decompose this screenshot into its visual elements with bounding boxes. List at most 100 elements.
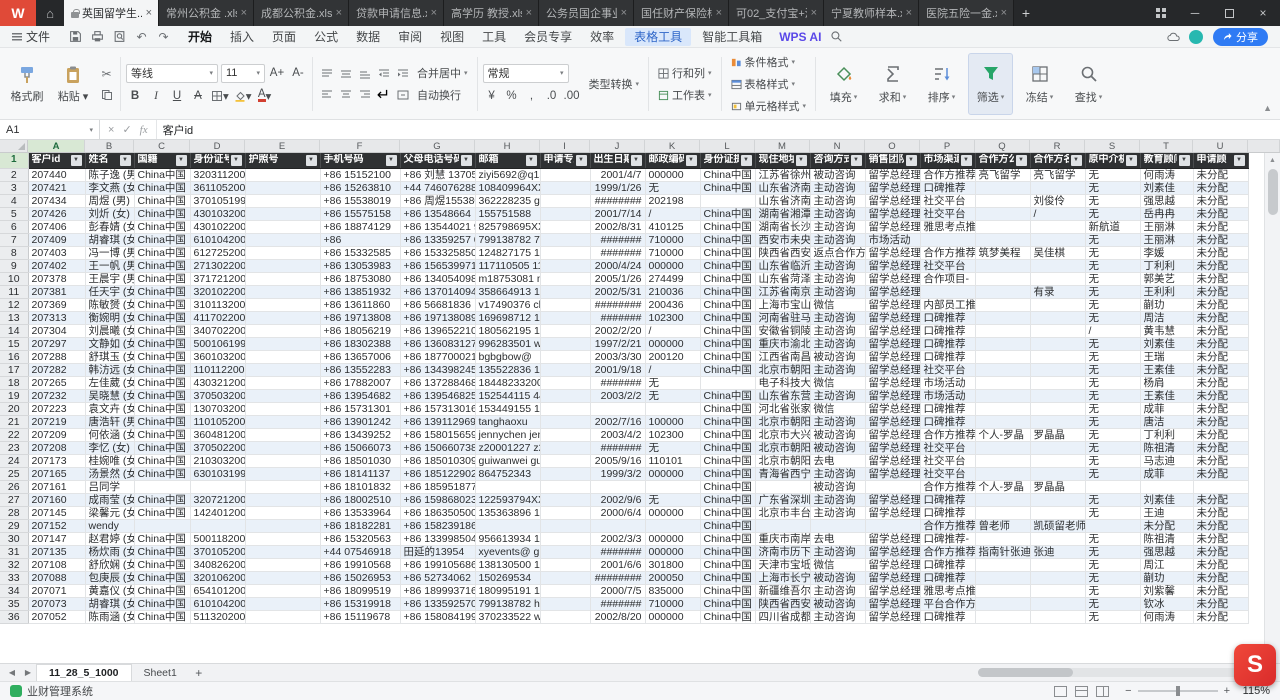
cell[interactable]: 207209 — [28, 428, 85, 441]
cell[interactable]: +86 15332585 — [320, 246, 400, 259]
number-format-icon-2[interactable]: % — [503, 87, 521, 105]
cell[interactable]: China中国 — [700, 597, 755, 610]
cell[interactable]: +86 1372884680 — [400, 376, 475, 389]
menu-tab-11[interactable]: 表格工具 — [625, 28, 691, 46]
header-cell-U[interactable]: 申请顾▼ — [1193, 153, 1248, 168]
cell[interactable]: 310113200211152925 — [190, 298, 245, 311]
cell[interactable] — [1030, 467, 1085, 480]
number-format-icon-3[interactable]: , — [523, 87, 541, 105]
cell[interactable]: 王迪 — [1140, 506, 1193, 519]
cell[interactable]: 留学总经理 — [865, 311, 920, 324]
cell[interactable] — [540, 220, 590, 233]
cell[interactable]: 202198 — [645, 194, 700, 207]
cell[interactable]: 合作方推荐 — [920, 428, 975, 441]
tab-close-icon[interactable]: × — [905, 7, 913, 19]
cell[interactable] — [540, 259, 590, 272]
cell[interactable] — [1030, 571, 1085, 584]
cell[interactable]: 王丽淋 — [1140, 233, 1193, 246]
header-cell-G[interactable]: 父母电话号码▼ — [400, 153, 475, 168]
cell[interactable]: 市场活动 — [920, 389, 975, 402]
column-header-K[interactable]: K — [645, 140, 700, 152]
cell[interactable]: +86 1533258500 — [400, 246, 475, 259]
cell[interactable]: 主动咨询 — [810, 259, 865, 272]
cell[interactable] — [1030, 220, 1085, 233]
cell[interactable]: 956613934 15320563 — [475, 532, 540, 545]
cell[interactable]: 无 — [1085, 493, 1140, 506]
cell[interactable]: 主动咨询 — [810, 584, 865, 597]
cell[interactable] — [975, 298, 1030, 311]
cell[interactable]: China中国 — [134, 545, 190, 558]
cell[interactable]: 留学总经理 — [865, 441, 920, 454]
cell[interactable]: 271302200004241013 — [190, 259, 245, 272]
cell[interactable]: 207147 — [28, 532, 85, 545]
cell[interactable]: / — [645, 207, 700, 220]
cell[interactable] — [645, 402, 700, 415]
cell[interactable]: China中国 — [700, 181, 755, 194]
cell[interactable]: 未分配 — [1193, 259, 1248, 272]
cell[interactable]: 留学总经理 — [865, 181, 920, 194]
cell[interactable] — [540, 571, 590, 584]
cell[interactable]: 唐洁 — [1140, 415, 1193, 428]
cell[interactable]: 358664913 13851932 — [475, 285, 540, 298]
cell[interactable]: 留学总经理 — [865, 597, 920, 610]
menu-tab-1[interactable]: 开始 — [179, 26, 221, 47]
cell[interactable]: +86 1395468251 — [400, 389, 475, 402]
cell[interactable] — [245, 558, 320, 571]
cell[interactable] — [540, 545, 590, 558]
cell[interactable] — [975, 207, 1030, 220]
cell[interactable]: 留学总经理 — [865, 285, 920, 298]
header-cell-N[interactable]: 咨询方式▼ — [810, 153, 865, 168]
row-number[interactable]: 9 — [0, 259, 28, 272]
cell[interactable]: +86 56681836 — [400, 298, 475, 311]
cell[interactable]: 无 — [1085, 506, 1140, 519]
cell[interactable]: China中国 — [134, 285, 190, 298]
cell[interactable]: 未分配 — [1193, 194, 1248, 207]
cell[interactable]: 口碑推荐 — [920, 571, 975, 584]
cell[interactable]: 凯硕留老师 — [1030, 519, 1085, 532]
cell[interactable]: 207282 — [28, 363, 85, 376]
header-cell-T[interactable]: 教育顾问▼ — [1140, 153, 1193, 168]
cell[interactable]: China中国 — [134, 168, 190, 181]
cell[interactable]: / — [1030, 207, 1085, 220]
cell[interactable] — [590, 480, 645, 493]
row-number[interactable]: 23 — [0, 441, 28, 454]
cell[interactable]: +86 1565399710 — [400, 259, 475, 272]
merge-center-button[interactable]: 合并居中▾ — [413, 64, 472, 82]
cell[interactable]: 成雨莹 (女 — [85, 493, 134, 506]
cell[interactable]: 田延的13954 — [400, 545, 475, 558]
cell[interactable]: 122593794XXX@163. — [475, 493, 540, 506]
menu-tab-12[interactable]: 智能工具箱 — [693, 26, 771, 47]
cell[interactable]: 2000/4/24 — [590, 259, 645, 272]
cell[interactable]: 新疆维吾尔 — [755, 584, 810, 597]
cell[interactable]: 电子科技大 — [755, 376, 810, 389]
header-cell-B[interactable]: 姓名▼ — [85, 153, 134, 168]
cell[interactable]: 口碑推荐 — [920, 350, 975, 363]
cell[interactable]: 360103200303300725 — [190, 350, 245, 363]
cell[interactable]: 2001/6/6 — [590, 558, 645, 571]
decrease-indent-icon[interactable] — [375, 65, 392, 82]
cell[interactable]: 未分配 — [1193, 311, 1248, 324]
cell[interactable]: 留学总经理 — [865, 493, 920, 506]
redo-icon[interactable]: ↷ — [156, 29, 171, 44]
column-header-F[interactable]: F — [320, 140, 400, 152]
filter-dropdown-icon[interactable]: ▼ — [386, 155, 397, 166]
cell[interactable]: 000000 — [645, 610, 700, 623]
cell[interactable]: 430102200208315525 — [190, 220, 245, 233]
wrap-text-button[interactable]: 自动换行 — [413, 86, 472, 104]
cell[interactable] — [245, 454, 320, 467]
cell[interactable]: +86 1863505000 — [400, 506, 475, 519]
align-right-icon[interactable] — [356, 86, 373, 103]
undo-icon[interactable]: ↶ — [134, 29, 149, 44]
document-tab-7[interactable]: 国任财产保险样本...× — [634, 0, 729, 26]
ribbon-action-1[interactable]: 填充▾ — [821, 53, 866, 115]
cancel-icon[interactable]: × — [108, 124, 114, 136]
cell[interactable]: 未分配 — [1193, 428, 1248, 441]
cell[interactable]: 207313 — [28, 311, 85, 324]
cell[interactable] — [475, 519, 540, 532]
cell[interactable]: 李忆 (女) — [85, 441, 134, 454]
cell[interactable] — [975, 571, 1030, 584]
tab-close-icon[interactable]: × — [335, 7, 343, 19]
cell[interactable]: 未分配 — [1193, 363, 1248, 376]
cell[interactable]: 未分配 — [1193, 285, 1248, 298]
cell[interactable]: 32010220020531242X — [190, 285, 245, 298]
